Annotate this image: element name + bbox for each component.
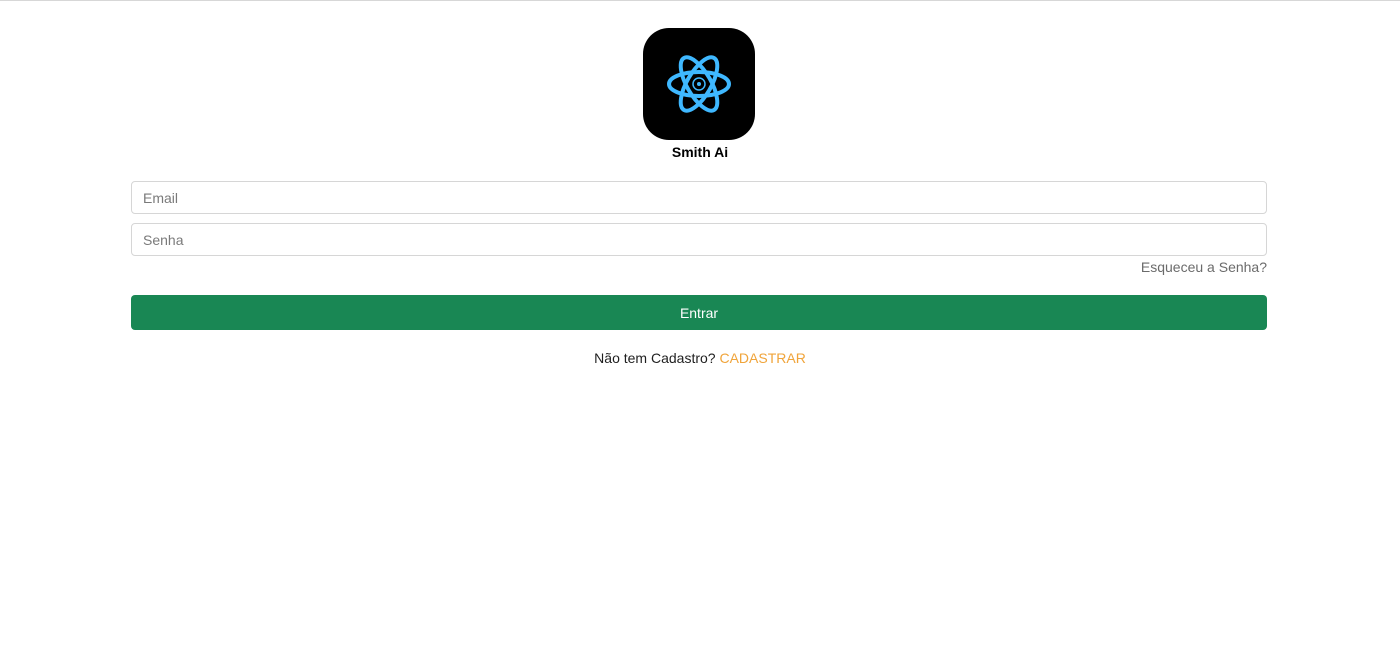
atom-icon <box>667 55 731 113</box>
password-field[interactable] <box>131 223 1267 256</box>
forgot-password-link[interactable]: Esqueceu a Senha? <box>1141 259 1267 275</box>
email-field[interactable] <box>131 181 1267 214</box>
signup-prompt: Não tem Cadastro? <box>594 350 716 366</box>
app-name: Smith Ai <box>671 144 729 160</box>
signup-link[interactable]: CADASTRAR <box>719 350 805 366</box>
app-logo <box>643 28 755 140</box>
login-page: Smith Ai Esqueceu a Senha? Entrar Não te… <box>0 0 1400 647</box>
signup-line: Não tem Cadastro? CADASTRAR <box>0 350 1400 366</box>
login-button[interactable]: Entrar <box>131 295 1267 330</box>
